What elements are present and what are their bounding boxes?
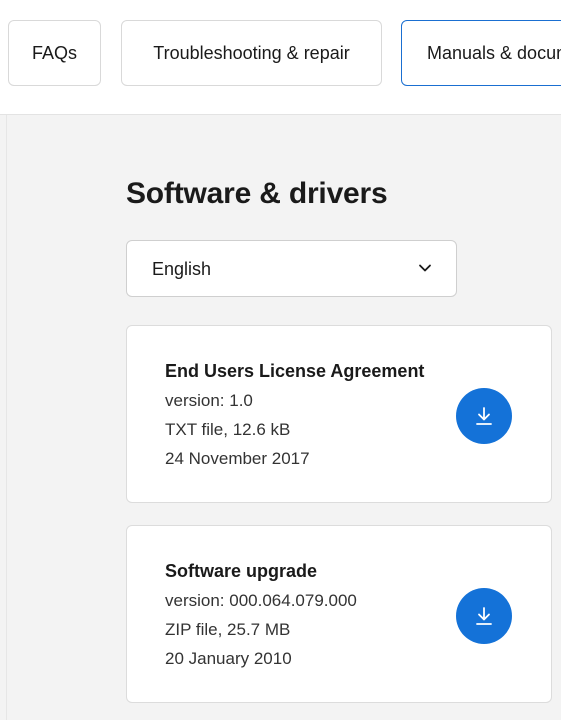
download-card: Software upgrade version: 000.064.079.00…: [126, 525, 552, 703]
download-file-info: TXT file, 12.6 kB: [165, 420, 291, 439]
support-tabs: FAQs Troubleshooting & repair Manuals & …: [0, 0, 561, 115]
language-select[interactable]: English: [126, 240, 457, 297]
download-date: 24 November 2017: [165, 449, 310, 468]
download-button[interactable]: [456, 588, 512, 644]
download-file-info: ZIP file, 25.7 MB: [165, 620, 291, 639]
download-title: End Users License Agreement: [165, 361, 425, 381]
download-version: version: 1.0: [165, 391, 253, 410]
tab-manuals-documents[interactable]: Manuals & documents: [401, 20, 561, 86]
chevron-down-icon: [419, 264, 431, 272]
language-select-value: English: [152, 259, 212, 279]
download-icon: [476, 607, 492, 625]
software-drivers-section: Software & drivers English End Users Lic…: [0, 115, 561, 720]
divider: [6, 115, 7, 720]
download-title: Software upgrade: [165, 561, 318, 581]
download-icon: [476, 407, 492, 425]
download-card: End Users License Agreement version: 1.0…: [126, 325, 552, 503]
tab-faqs[interactable]: FAQs: [8, 20, 101, 86]
download-version: version: 000.064.079.000: [165, 591, 357, 610]
tab-troubleshooting-repair[interactable]: Troubleshooting & repair: [121, 20, 382, 86]
download-button[interactable]: [456, 388, 512, 444]
section-title: Software & drivers: [126, 177, 388, 210]
download-date: 20 January 2010: [165, 649, 292, 668]
